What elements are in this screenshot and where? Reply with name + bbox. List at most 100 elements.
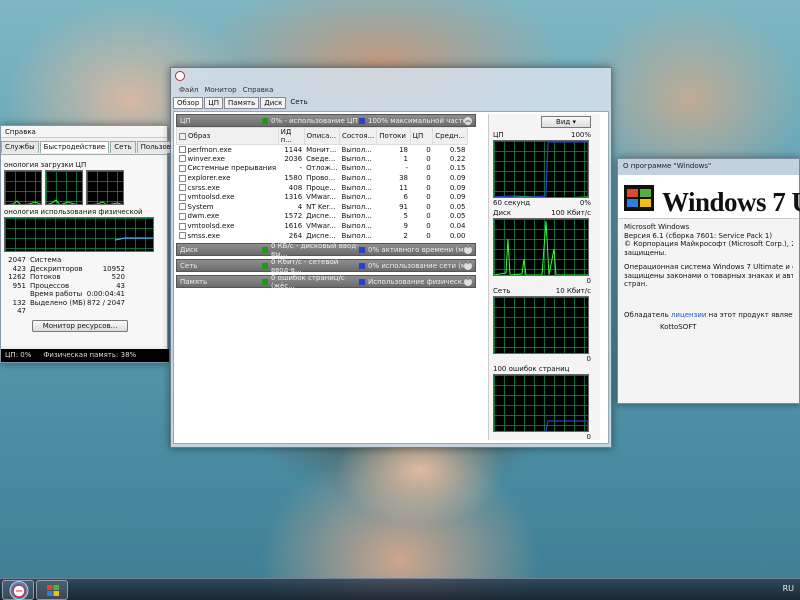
process-row[interactable]: csrss.exe 408 Проце... Выпол... 11 0 0.09	[177, 183, 468, 193]
panel-metric-2: 0% активного времени (м...	[368, 245, 470, 254]
tab-network[interactable]: Сеть	[287, 97, 310, 109]
process-cell: 0	[426, 202, 431, 211]
process-cell: 0	[426, 183, 431, 192]
menu-monitor[interactable]: Монитор	[204, 85, 236, 96]
process-checkbox[interactable]	[178, 232, 186, 240]
task-manager-window[interactable]: Справка Службы Быстродействие Сеть Польз…	[0, 125, 197, 363]
stat-value: 0:00:04:41	[86, 290, 125, 298]
column-header[interactable]: Состоя...	[338, 127, 378, 145]
column-header[interactable]: Потоки	[376, 127, 411, 145]
process-row[interactable]: vmtoolsd.exe 1316 VMwar... Выпол... 6 0 0.09	[177, 192, 468, 202]
disk-graph-footer: 0	[586, 277, 591, 285]
menu-help[interactable]: Справка	[5, 128, 36, 136]
about-line: защищены законами о товарных знаках и ав…	[624, 271, 793, 280]
system-stat-row: Потоков 520	[30, 273, 125, 282]
process-cell: 2	[403, 231, 409, 240]
language-indicator[interactable]: RU	[783, 584, 794, 593]
process-row[interactable]: smss.exe 264 Диспе... Выпол... 2 0 0.00	[177, 231, 468, 241]
process-cell: 0.05	[449, 202, 466, 211]
tab-performance[interactable]: Быстродействие	[39, 141, 110, 153]
process-cell: 0.09	[449, 193, 466, 202]
stat-value	[4, 290, 26, 299]
process-checkbox[interactable]	[178, 203, 186, 211]
stat-value: 10952	[102, 264, 125, 273]
process-row[interactable]: System 4 NT Ker... Выпол... 91 0 0.05	[177, 202, 468, 212]
stat-value: 43	[116, 281, 125, 290]
tab-network[interactable]: Сеть	[110, 141, 136, 153]
resource-monitor-titlebar[interactable]	[171, 68, 611, 85]
select-all-checkbox[interactable]	[179, 132, 186, 140]
about-titlebar[interactable]: О программе "Windows"	[618, 159, 799, 175]
process-checkbox[interactable]	[178, 164, 186, 172]
cpu-history-graph	[4, 170, 42, 205]
process-name: Системные прерывания	[187, 164, 277, 173]
expand-chevron-icon[interactable]: ︾	[464, 246, 472, 255]
taskbar-resource-monitor-button[interactable]	[2, 580, 34, 600]
resource-monitor-window[interactable]: Файл Монитор Справка Обзор ЦП Память Дис…	[170, 67, 612, 448]
process-checkbox[interactable]	[178, 222, 186, 230]
process-row[interactable]: dwm.exe 1572 Диспе... Выпол... 5 0 0.05	[177, 212, 468, 222]
network-panel-header[interactable]: Сеть 0 Кбит/с - сетевой ввод-в... 0% исп…	[176, 257, 476, 274]
process-cell: Выпол...	[341, 212, 372, 221]
column-header[interactable]: ЦП	[409, 127, 434, 145]
process-cell: VMwar...	[306, 193, 336, 202]
process-name: smss.exe	[187, 231, 220, 240]
task-manager-statusbar: ЦП: 0% Физическая память: 38%	[1, 349, 169, 362]
view-button[interactable]: Вид ▾	[541, 116, 591, 128]
disk-panel-header[interactable]: Диск 0 КБ/с - дисковый ввод-вы... 0% акт…	[176, 242, 476, 258]
tab-disk[interactable]: Диск	[260, 97, 287, 109]
process-name: vmtoolsd.exe	[187, 193, 235, 202]
status-memory: Физическая память: 38%	[43, 351, 137, 359]
process-checkbox[interactable]	[178, 193, 186, 201]
tab-services[interactable]: Службы	[1, 141, 39, 153]
menu-file[interactable]: Файл	[179, 85, 198, 96]
process-cell: 0.09	[449, 174, 466, 183]
process-checkbox[interactable]	[178, 184, 186, 192]
process-checkbox[interactable]	[178, 155, 186, 163]
process-checkbox[interactable]	[178, 146, 186, 154]
column-header[interactable]: Описа...	[303, 127, 341, 145]
expand-chevron-icon[interactable]: ︾	[464, 262, 472, 271]
process-cell: 1616	[284, 222, 303, 231]
process-checkbox[interactable]	[178, 174, 186, 182]
tab-cpu[interactable]: ЦП	[204, 97, 223, 109]
about-windows-window[interactable]: О программе "Windows" Windows 7 Ul Micro…	[617, 158, 800, 404]
about-text: Microsoft Windows Версия 6.1 (сборка 760…	[618, 219, 799, 336]
resource-monitor-button[interactable]: Монитор ресурсов...	[32, 319, 128, 332]
process-row[interactable]: vmtoolsd.exe 1616 VMwar... Выпол... 9 0 0.04	[177, 221, 468, 231]
green-indicator	[262, 262, 268, 269]
process-name: dwm.exe	[187, 212, 220, 221]
blue-indicator	[359, 278, 365, 285]
taskbar-windows-button[interactable]	[36, 580, 68, 600]
process-cell: 0	[426, 174, 431, 183]
process-row[interactable]: Системные прерывания - Отлож... Выпол... -0 0…	[177, 164, 468, 174]
cpu-panel-header[interactable]: ЦП 0% - использование ЦП 100% максимальн…	[176, 114, 476, 127]
process-cell: Диспе...	[306, 212, 336, 221]
menu-help[interactable]: Справка	[243, 85, 274, 96]
process-row[interactable]: explorer.exe 1580 Прово... Выпол... 38 0 0.09	[177, 173, 468, 183]
process-checkbox[interactable]	[178, 212, 186, 220]
memory-panel-header[interactable]: Память 0 ошибок страниц/с (жёс... Исполь…	[176, 274, 476, 290]
about-line: Версия 6.1 (сборка 7601: Service Pack 1)	[624, 231, 773, 240]
about-line: защищены.	[624, 248, 667, 257]
tab-memory[interactable]: Память	[223, 97, 260, 109]
process-row[interactable]: perfmon.exe 1144 Монит... Выпол... 18 0 0.58	[177, 145, 468, 155]
process-row[interactable]: winver.exe 2036 Сведе... Выпол... 1 0 0.22	[177, 154, 468, 164]
memory-history-graph	[4, 217, 154, 252]
process-table-body: perfmon.exe 1144 Монит... Выпол... 18 0 0.58 wi…	[177, 145, 468, 241]
stat-label: Потоков	[30, 273, 61, 281]
cpu-history-trace	[47, 199, 80, 204]
collapse-chevron-icon[interactable]: ︽	[464, 117, 472, 125]
process-cell: Отлож...	[306, 164, 338, 173]
expand-chevron-icon[interactable]: ︾	[464, 278, 472, 287]
process-cell: perfmon.exe	[177, 145, 279, 155]
column-header[interactable]: ИД п...	[277, 127, 305, 145]
column-header[interactable]: Образ	[176, 127, 279, 145]
process-cell: 0	[426, 164, 431, 173]
panel-title: Сеть	[180, 261, 198, 270]
green-indicator	[262, 246, 268, 253]
column-header[interactable]: Средн...	[432, 127, 468, 145]
license-link[interactable]: лицензии	[671, 311, 707, 319]
tab-overview[interactable]: Обзор	[173, 97, 204, 109]
panel-metric-1: 0 Кбит/с - сетевой ввод-в...	[271, 257, 339, 274]
